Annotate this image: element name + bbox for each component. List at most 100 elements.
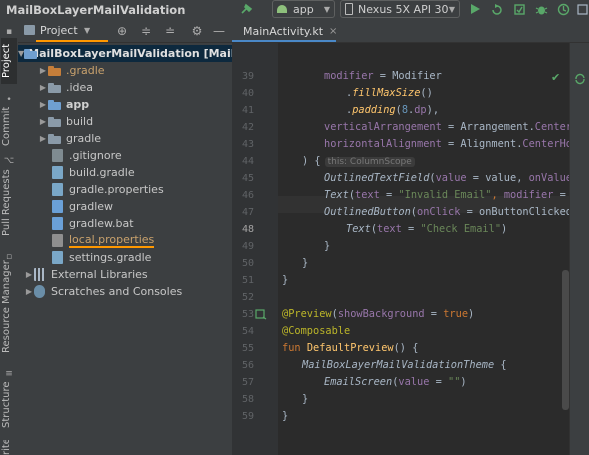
hide-panel-icon[interactable]: — [212, 24, 226, 38]
tree-item[interactable]: gradlew [18, 198, 232, 215]
code-token: true [443, 308, 469, 320]
tree-item-label: build [66, 115, 94, 128]
collapse-all-icon[interactable]: ≐ [163, 24, 177, 38]
tree-item[interactable]: ▶ app [18, 96, 232, 113]
sync-icon[interactable] [574, 73, 586, 85]
apply-code-changes-icon[interactable] [512, 1, 526, 17]
project-panel: Project ▼ ⊕ ≑ ≐ ⚙ — ▼ MailBoxLayerMailVal… [18, 20, 272, 455]
tree-item[interactable]: ▶ gradle [18, 130, 232, 147]
code-line: MailBoxLayerMailValidationTheme { [302, 357, 507, 374]
tree-item[interactable]: ▶ build [18, 113, 232, 130]
code-line: } [324, 238, 330, 255]
code-token: CenterHorizont [522, 138, 569, 150]
code-token: fillMaxSize [352, 87, 421, 99]
tab-commit[interactable]: Commit [1, 106, 17, 146]
chevron-right-icon[interactable]: ▶ [24, 287, 34, 296]
line-number: 45 [241, 173, 254, 184]
tab-label: MainActivity.kt [243, 24, 324, 38]
tree-item[interactable]: ▶ External Libraries [18, 266, 232, 283]
gear-icon[interactable]: ⚙ [190, 24, 204, 38]
file-icon [52, 251, 63, 264]
code-token: OutlinedButton [324, 206, 411, 218]
code-line: } [302, 391, 308, 408]
file-icon [52, 166, 63, 179]
code-token: onValueChange [528, 172, 569, 184]
inlay-hint: this: ColumnScope [324, 157, 415, 167]
run-icon[interactable] [468, 1, 482, 17]
tree-item[interactable]: gradlew.bat [18, 215, 232, 232]
no-problems-check-icon[interactable]: ✔ [551, 71, 560, 84]
tree-item[interactable]: ▼ MailBoxLayerMailValidation [MailBoxLa [18, 45, 272, 62]
preview-gutter-icon[interactable] [255, 308, 267, 320]
line-number: 59 [241, 411, 254, 422]
code-token: text [355, 189, 380, 201]
run-config-select[interactable]: app ▼ [272, 0, 335, 18]
tree-item[interactable]: ▶ .gradle [18, 62, 232, 79]
code-token: ) [501, 223, 508, 235]
tree-item[interactable]: .gitignore [18, 147, 232, 164]
editor-scrollbar[interactable] [562, 270, 569, 410]
chevron-right-icon[interactable]: ▶ [38, 66, 48, 75]
tab-main-activity[interactable]: MainActivity.kt × [232, 20, 337, 42]
code-line: fun DefaultPreview() { [282, 340, 418, 357]
tab-structure[interactable]: Structure [1, 380, 17, 430]
tree-item[interactable]: settings.gradle [18, 249, 232, 266]
code-token: onClick [417, 206, 461, 218]
tree-item-label: External Libraries [51, 268, 148, 281]
expand-all-icon[interactable]: ≑ [139, 24, 153, 38]
library-icon [34, 268, 45, 281]
code-token: = Arrangement. [441, 121, 535, 133]
code-token: "" [448, 376, 461, 388]
code-token: () [420, 87, 433, 99]
project-view-select[interactable]: Project [40, 24, 78, 37]
chevron-right-icon[interactable]: ▶ [38, 117, 48, 126]
line-number: 51 [241, 275, 254, 286]
tab-pull-requests[interactable]: Pull Requests [1, 167, 17, 239]
chevron-down-icon: ▼ [448, 4, 455, 14]
chevron-right-icon[interactable]: ▶ [24, 270, 34, 279]
line-number: 57 [241, 377, 254, 388]
file-icon [52, 234, 63, 247]
close-icon[interactable]: × [329, 26, 337, 37]
chevron-right-icon[interactable]: ▶ [38, 134, 48, 143]
tree-item[interactable]: ▶ Scratches and Consoles [18, 283, 232, 300]
code-editor[interactable]: modifier = Modifier .fillMaxSize() .paddin… [278, 43, 569, 455]
profile-icon[interactable] [556, 1, 570, 17]
code-token: = [424, 308, 444, 320]
chevron-down-icon[interactable]: ▼ [84, 26, 90, 35]
line-number: 55 [241, 343, 254, 354]
apply-changes-icon[interactable] [490, 1, 504, 17]
attach-debugger-icon[interactable] [576, 1, 588, 17]
code-token: horizontalAlignment [324, 138, 442, 150]
chevron-right-icon[interactable]: ▶ [38, 100, 48, 109]
tab-favorites[interactable]: rites [1, 440, 17, 455]
code-token: = Alignment. [441, 138, 523, 150]
tree-item-label: gradlew [69, 200, 114, 213]
code-token: ) [468, 308, 475, 320]
tree-item[interactable]: build.gradle [18, 164, 232, 181]
tree-item[interactable]: local.properties [18, 232, 232, 249]
code-token: Text [346, 223, 371, 235]
editor-gutter: 39 40 41 42 43 44 45 46 47 48 49 50 51 52 53 54 55 56 57 58… [232, 43, 278, 455]
line-number: 40 [241, 88, 254, 99]
active-view-indicator [36, 40, 108, 42]
pull-requests-icon: ⌥ [3, 156, 15, 166]
locate-icon[interactable]: ⊕ [115, 24, 129, 38]
code-token: fun [282, 342, 307, 354]
folder-icon [48, 116, 62, 127]
tree-item[interactable]: ▶ .idea [18, 79, 232, 96]
debug-icon[interactable] [534, 1, 548, 17]
android-icon [277, 5, 287, 13]
right-tool-strip [569, 43, 589, 455]
code-line: OutlinedButton(onClick = onButtonClicked… [324, 204, 569, 221]
code-line: horizontalAlignment = Alignment.CenterHo… [324, 136, 569, 153]
hammer-icon[interactable] [239, 1, 253, 17]
code-token: () { [393, 342, 419, 354]
tab-project[interactable]: Project [1, 38, 17, 84]
chevron-right-icon[interactable]: ▶ [38, 83, 48, 92]
tree-item[interactable]: gradle.properties [18, 181, 232, 198]
tab-resource-manager[interactable]: Resource Manager [1, 260, 17, 353]
device-select[interactable]: Nexus 5X API 30 ▼ [340, 0, 460, 18]
device-label: Nexus 5X API 30 [358, 2, 449, 16]
run-config-label: app [293, 2, 314, 16]
